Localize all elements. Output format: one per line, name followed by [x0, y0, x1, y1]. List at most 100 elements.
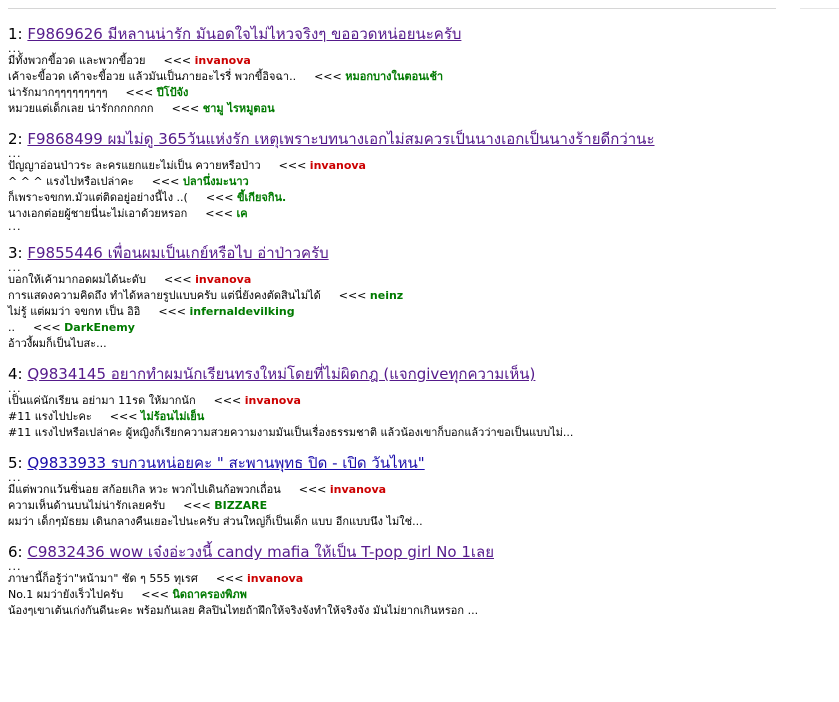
result-number: 6: — [8, 543, 23, 561]
arrow-marker: <<< — [338, 289, 367, 302]
author-name: นิดถาครองพิภพ — [172, 588, 247, 601]
comment-text: ปัญญาอ่อนป่าวระ ละครแยกแยะไม่เป็น ควายหร… — [8, 159, 261, 172]
comment-snippet: น่ารักมากๆๆๆๆๆๆๆๆๆ <<< ปีโป้จัง — [8, 85, 828, 101]
author-name: invanova — [244, 394, 301, 407]
comment-text: มีแต่พวกแว้นซิ่นอย สก้อยเกิล หวะ พวกไปเด… — [8, 483, 281, 496]
comment-snippet: บอกให้เค้ามากอดผมได้นะดับ <<< invanova — [8, 272, 828, 288]
comment-snippet: มีทั้งพวกขี้อวด และพวกขี้อวย <<< invanova — [8, 53, 828, 69]
result-number: 2: — [8, 130, 23, 148]
result-item: 1: F9869626 มีหลานน่ารัก มันอดใจไม่ไหวจร… — [8, 24, 828, 117]
author-name: invanova — [194, 54, 251, 67]
comment-snippet: ^ ^ ^ แรงไปหรือเปล่าคะ <<< ปลานึ่งมะนาว — [8, 174, 828, 190]
comment-text: การแสดงความคิดถึง ทำได้หลายรูปแบบครับ แต… — [8, 289, 321, 302]
comment-snippet: ภาษานี้ก็อรู้ว่า"หน้ามา" ชัด ๆ 555 ทุเรศ… — [8, 571, 828, 587]
arrow-marker: <<< — [205, 191, 234, 204]
comment-text: #11 แรงไปปะคะ — [8, 410, 92, 423]
comment-snippet: #11 แรงไปปะคะ <<< ไม่ร้อนไม่เย็น — [8, 409, 828, 425]
comment-text: นางเอกต่อยผู้ชายนี่นะไม่เอาด้วยหรอก — [8, 207, 188, 220]
comment-text: เป็นแค่นักเรียน อย่ามา 11รด ให้มากนัก — [8, 394, 196, 407]
result-number: 5: — [8, 454, 23, 472]
comment-text: อ้าวงี้ผมก็เป็นไบสะ... — [8, 337, 107, 350]
result-number: 1: — [8, 25, 23, 43]
comment-snippet: ก็เพราะจขกท.มัวแต่ติดอยู่อย่างนี้ไง ..( <… — [8, 190, 828, 206]
result-heading: 5: Q9833933 รบกวนหน่อยคะ " สะพานพุทธ ปิด… — [8, 453, 828, 473]
topic-title-link[interactable]: F9855446 เพื่อนผมเป็นเกย์หรือไบ อ่าป่าวค… — [27, 244, 328, 262]
arrow-marker: <<< — [163, 273, 192, 286]
comment-text: ^ ^ ^ แรงไปหรือเปล่าคะ — [8, 175, 134, 188]
arrow-marker: <<< — [158, 305, 186, 318]
author-name: ขี้เกียจกิน. — [237, 191, 287, 204]
comment-text: ผมว่า เด็กๆมัธยม เดินกลางคืนเยอะไปนะครับ… — [8, 515, 423, 528]
comment-snippet: No.1 ผมว่ายังเร็วไปครับ <<< นิดถาครองพิภพ — [8, 587, 828, 603]
arrow-marker: <<< — [109, 410, 138, 423]
comment-snippet: นางเอกต่อยผู้ชายนี่นะไม่เอาด้วยหรอก <<< เ… — [8, 206, 828, 222]
comment-text: #11 แรงไปหรือเปล่าคะ ผู้หญิงก็เรียกความส… — [8, 426, 574, 439]
arrow-marker: <<< — [298, 483, 327, 496]
comment-snippet: ปัญญาอ่อนป่าวระ ละครแยกแยะไม่เป็น ควายหร… — [8, 158, 828, 174]
comment-text: No.1 ผมว่ายังเร็วไปครับ — [8, 588, 124, 601]
topic-title-link[interactable]: Q9833933 รบกวนหน่อยคะ " สะพานพุทธ ปิด - … — [27, 454, 424, 472]
result-item: 3: F9855446 เพื่อนผมเป็นเกย์หรือไบ อ่าป่… — [8, 243, 828, 352]
comment-snippet: เค้าจะขี้อวด เค้าจะขี้อวย แล้วมันเป็นภาย… — [8, 69, 828, 85]
author-name: invanova — [246, 572, 304, 585]
topic-title-link[interactable]: F9869626 มีหลานน่ารัก มันอดใจไม่ไหวจริงๆ… — [27, 25, 461, 43]
author-name: BIZZARE — [214, 499, 268, 512]
author-name: invanova — [309, 159, 366, 172]
comment-text: บอกให้เค้ามากอดผมได้นะดับ — [8, 273, 146, 286]
result-heading: 6: C9832436 wow เจ๋งอ่ะวงนี้ candy mafia… — [8, 542, 828, 562]
right-divider — [800, 8, 839, 9]
comment-text: น้องๆเขาเต้นเก่งกันดีนะคะ พร้อมกันเลย ศิ… — [8, 604, 479, 617]
comment-snippet: ผมว่า เด็กๆมัธยม เดินกลางคืนเยอะไปนะครับ… — [8, 514, 828, 530]
top-ellipsis: ... — [8, 147, 22, 160]
top-divider — [8, 8, 776, 9]
arrow-marker: <<< — [183, 499, 211, 512]
result-item: 5: Q9833933 รบกวนหน่อยคะ " สะพานพุทธ ปิด… — [8, 453, 828, 530]
topic-title-link[interactable]: Q9834145 อยากทำผมนักเรียนทรงใหม่โดยที่ไม… — [27, 365, 535, 383]
comment-text: ก็เพราะจขกท.มัวแต่ติดอยู่อย่างนี้ไง ..( — [8, 191, 188, 204]
comment-text: เค้าจะขี้อวด เค้าจะขี้อวย แล้วมันเป็นภาย… — [8, 70, 297, 83]
result-heading: 2: F9868499 ผมไม่ดู 365วันแห่งรัก เหตุเพ… — [8, 129, 828, 149]
arrow-marker: <<< — [278, 159, 307, 172]
author-name: ชามู ไรหมูตอน — [202, 102, 275, 115]
top-ellipsis: ... — [8, 261, 22, 274]
author-name: เค — [236, 207, 248, 220]
top-ellipsis: ... — [8, 382, 22, 395]
arrow-marker: <<< — [151, 175, 180, 188]
result-heading: 3: F9855446 เพื่อนผมเป็นเกย์หรือไบ อ่าป่… — [8, 243, 828, 263]
comment-text: น่ารักมากๆๆๆๆๆๆๆๆๆ — [8, 86, 108, 99]
top-ellipsis: ... — [8, 471, 22, 484]
author-name: ปีโป้จัง — [156, 86, 189, 99]
topic-title-link[interactable]: C9832436 wow เจ๋งอ่ะวงนี้ candy mafia ให… — [27, 543, 494, 561]
result-number: 4: — [8, 365, 23, 383]
arrow-marker: <<< — [205, 207, 233, 220]
comment-snippet: หมวยแต่เด็กเลย น่ารักกกกกกก <<< ชามู ไรหม… — [8, 101, 828, 117]
arrow-marker: <<< — [163, 54, 192, 67]
author-name: ปลานึ่งมะนาว — [182, 175, 249, 188]
comment-snippet: อ้าวงี้ผมก็เป็นไบสะ... — [8, 336, 828, 352]
comment-text: ความเห็นด้านบนไม่น่ารักเลยครับ — [8, 499, 166, 512]
comment-text: .. — [8, 321, 15, 334]
comment-snippet: มีแต่พวกแว้นซิ่นอย สก้อยเกิล หวะ พวกไปเด… — [8, 482, 828, 498]
author-name: invanova — [329, 483, 387, 496]
result-heading: 4: Q9834145 อยากทำผมนักเรียนทรงใหม่โดยที… — [8, 364, 828, 384]
arrow-marker: <<< — [141, 588, 169, 601]
result-item: 2: F9868499 ผมไม่ดู 365วันแห่งรัก เหตุเพ… — [8, 129, 828, 232]
comment-text: ภาษานี้ก็อรู้ว่า"หน้ามา" ชัด ๆ 555 ทุเรศ — [8, 572, 198, 585]
comment-snippet: .. <<< DarkEnemy — [8, 320, 828, 336]
comment-snippet: การแสดงความคิดถึง ทำได้หลายรูปแบบครับ แต… — [8, 288, 828, 304]
author-name: neinz — [369, 289, 404, 302]
comment-snippet: #11 แรงไปหรือเปล่าคะ ผู้หญิงก็เรียกความส… — [8, 425, 828, 441]
top-ellipsis: ... — [8, 42, 22, 55]
topic-title-link[interactable]: F9868499 ผมไม่ดู 365วันแห่งรัก เหตุเพราะ… — [27, 130, 654, 148]
arrow-marker: <<< — [314, 70, 342, 83]
result-heading: 1: F9869626 มีหลานน่ารัก มันอดใจไม่ไหวจร… — [8, 24, 828, 44]
author-name: ไม่ร้อนไม่เย็น — [140, 410, 205, 423]
result-item: 4: Q9834145 อยากทำผมนักเรียนทรงใหม่โดยที… — [8, 364, 828, 441]
result-number: 3: — [8, 244, 23, 262]
comment-text: ไม่รู้ แต่ผมว่า จขกท เป็น อิอิ — [8, 305, 141, 318]
arrow-marker: <<< — [213, 394, 242, 407]
comment-snippet: ไม่รู้ แต่ผมว่า จขกท เป็น อิอิ <<< infern… — [8, 304, 828, 320]
arrow-marker: <<< — [215, 572, 244, 585]
result-item: 6: C9832436 wow เจ๋งอ่ะวงนี้ candy mafia… — [8, 542, 828, 619]
author-name: invanova — [195, 273, 252, 286]
